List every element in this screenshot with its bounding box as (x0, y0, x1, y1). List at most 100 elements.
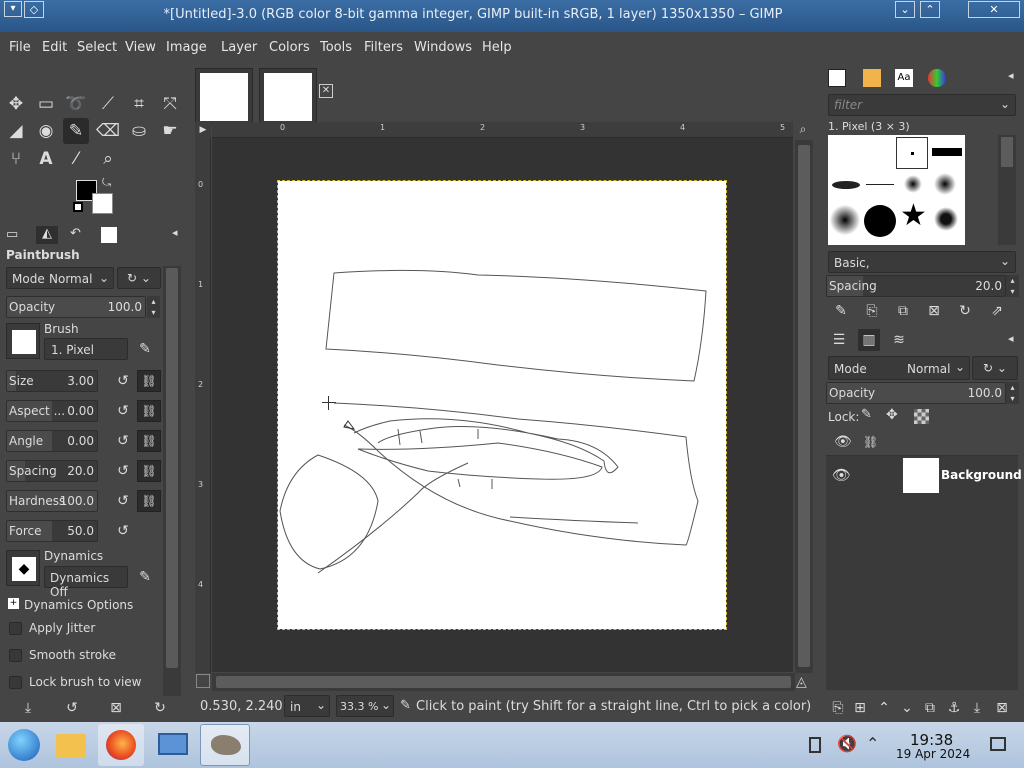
opacity-slider[interactable]: Opacity 100.0 (6, 296, 146, 318)
brush-grid[interactable]: ★ (828, 135, 965, 245)
opacity-stepper[interactable]: ▴ ▾ (147, 296, 160, 318)
smooth-stroke-checkbox[interactable] (9, 649, 22, 662)
app-diamond-icon[interactable]: ◇ (24, 1, 44, 18)
lasso-tool-icon[interactable]: ➰ (63, 91, 89, 117)
aspect-slider[interactable]: Aspect ... 0.00 (6, 400, 98, 422)
dynamics-options-label[interactable]: Dynamics Options (24, 598, 133, 612)
hardness-link-icon[interactable]: ⛓ (137, 490, 161, 512)
layer-row[interactable]: 👁 Background (826, 458, 1022, 494)
new-brush-icon[interactable]: ⎘ (861, 300, 883, 322)
menu-tools[interactable]: Tools (320, 40, 352, 55)
new-layer-icon[interactable]: ⎘ (827, 697, 849, 719)
lock-alpha-icon[interactable] (914, 409, 929, 424)
hardness-reset-icon[interactable]: ↺ (112, 490, 134, 512)
angle-link-icon[interactable]: ⛓ (137, 430, 161, 452)
mode-reset-button[interactable]: ↻ ⌄ (117, 267, 161, 289)
force-reset-icon[interactable]: ↺ (112, 520, 134, 542)
brush-line[interactable] (866, 184, 894, 185)
paintbrush-tool-icon[interactable]: ✎ (63, 118, 89, 144)
lock-pixels-icon[interactable]: ✎ (861, 407, 872, 422)
zoom-dropdown[interactable]: 33.3 % ⌄ (336, 695, 394, 717)
clipboard-tray-icon[interactable] (809, 737, 821, 753)
dynamics-field[interactable]: Dynamics Off (44, 566, 128, 599)
brushes-tab-icon[interactable] (828, 69, 846, 87)
menu-image[interactable]: Image (166, 40, 207, 55)
lock-position-icon[interactable]: ✥ (886, 407, 898, 423)
panel-menu-icon[interactable]: ◂ (1008, 69, 1014, 82)
file-manager-icon[interactable] (48, 724, 94, 766)
brush-spacing-stepper[interactable]: ▴ ▾ (1006, 275, 1019, 297)
brush-fuzzy-medium[interactable] (934, 173, 956, 195)
brush-splatter[interactable] (934, 207, 958, 231)
spacing-slider[interactable]: Spacing 20.0 (6, 460, 98, 482)
brush-fuzzy-small[interactable] (904, 175, 922, 193)
path-tool-icon[interactable]: ⑂ (3, 146, 29, 172)
gimp-taskbar-icon[interactable] (200, 724, 250, 766)
ruler-corner[interactable]: ▶ (195, 122, 211, 138)
menu-windows[interactable]: Windows (414, 40, 472, 55)
menu-file[interactable]: File (9, 40, 31, 55)
brush-star[interactable]: ★ (900, 201, 927, 231)
clone-tool-icon[interactable]: ⛀ (126, 118, 152, 144)
aspect-reset-icon[interactable]: ↺ (112, 400, 134, 422)
lock-brush-checkbox[interactable] (9, 676, 22, 689)
remote-desktop-icon[interactable] (150, 724, 196, 766)
lower-layer-icon[interactable]: ⌄ (896, 697, 918, 719)
brush-preset-dropdown[interactable]: Basic, ⌄ (828, 251, 1016, 273)
angle-reset-icon[interactable]: ↺ (112, 430, 134, 452)
undo-history-tab-icon[interactable]: ↶ (70, 226, 81, 241)
clock-date[interactable]: 19 Apr 2024 (896, 747, 970, 761)
patterns-tab-icon[interactable] (863, 69, 881, 87)
edit-brush-icon[interactable]: ✎ (830, 300, 852, 322)
color-picker-tool-icon[interactable]: ⁄ (63, 146, 89, 172)
restore-options-icon[interactable]: ↺ (61, 697, 83, 719)
brush-name-field[interactable]: 1. Pixel (44, 338, 128, 360)
raise-layer-icon[interactable]: ⌃ (873, 697, 895, 719)
warp-tool-icon[interactable]: ◢ (3, 118, 29, 144)
zoom-tool-icon[interactable]: ⌕ (95, 146, 121, 172)
device-status-tab-icon[interactable]: ◭ (36, 226, 58, 244)
delete-brush-icon[interactable]: ⊠ (923, 300, 945, 322)
menu-select[interactable]: Select (77, 40, 117, 55)
brush-block[interactable] (932, 148, 962, 156)
channels-tab-icon[interactable]: ▥ (858, 329, 880, 351)
size-link-icon[interactable]: ⛓ (137, 370, 161, 392)
move-tool-icon[interactable]: ✥ (3, 91, 29, 117)
mode-dropdown[interactable]: Mode Normal ⌄ (6, 267, 114, 289)
gradients-tab-icon[interactable] (928, 69, 946, 87)
volume-muted-icon[interactable]: 🔇 (837, 734, 857, 753)
start-button-icon[interactable] (2, 724, 48, 766)
menu-edit[interactable]: Edit (42, 40, 67, 55)
open-brush-as-image-icon[interactable]: ⇗ (986, 300, 1008, 322)
layer-mode-reset-button[interactable]: ↻ ⌄ (972, 356, 1018, 380)
transform-tool-icon[interactable]: ⤧ (157, 91, 183, 117)
menu-view[interactable]: View (125, 40, 156, 55)
bucket-fill-tool-icon[interactable]: ◉ (33, 118, 59, 144)
layer-opacity-stepper[interactable]: ▴ ▾ (1006, 382, 1019, 404)
dynamics-preview-button[interactable]: ◆ (6, 550, 40, 586)
image-tab-2[interactable] (259, 68, 317, 124)
size-reset-icon[interactable]: ↺ (112, 370, 134, 392)
hardness-slider[interactable]: Hardness 100.0 (6, 490, 98, 512)
window-menu-icon[interactable]: ▾ (4, 1, 22, 17)
delete-options-icon[interactable]: ⊠ (105, 697, 127, 719)
fuzzy-select-tool-icon[interactable]: ⟋ (95, 91, 121, 117)
reset-options-icon[interactable]: ↻ (149, 697, 171, 719)
merge-layer-icon[interactable]: ⤓ (966, 697, 988, 719)
brush-pixel[interactable] (896, 137, 928, 169)
tool-options-scrollbar[interactable] (163, 266, 181, 696)
background-color-swatch[interactable] (92, 193, 113, 214)
brush-filter-input[interactable]: filter ⌄ (828, 94, 1016, 116)
quick-mask-toggle-icon[interactable] (196, 674, 210, 688)
save-options-icon[interactable]: ⤓ (17, 697, 39, 719)
image-tab-1[interactable] (195, 68, 253, 124)
layers-tab-icon[interactable]: ☰ (828, 329, 850, 351)
panel-menu-icon[interactable]: ◂ (1008, 332, 1014, 345)
smudge-tool-icon[interactable]: ☛ (157, 118, 183, 144)
text-tool-icon[interactable]: A (33, 146, 59, 172)
horizontal-scrollbar[interactable] (212, 673, 795, 691)
images-tab-icon[interactable] (101, 227, 117, 243)
brush-ellipse[interactable] (832, 181, 860, 189)
brush-circle-large[interactable] (864, 205, 896, 237)
firefox-icon[interactable] (98, 724, 144, 766)
